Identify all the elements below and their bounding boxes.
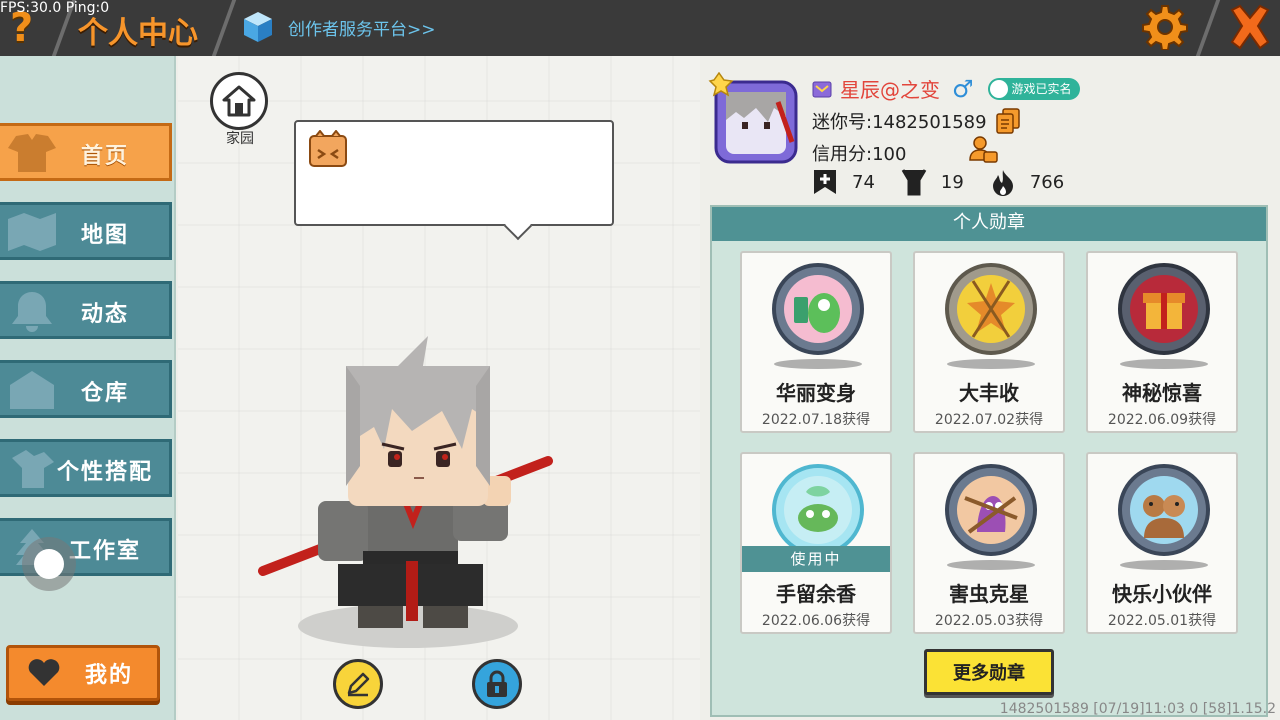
pencil-icon <box>347 672 370 697</box>
medal-shadow <box>947 359 1035 369</box>
medal-harvest-icon <box>945 263 1037 355</box>
sidebar-item-warehouse[interactable]: 仓库 <box>0 360 172 418</box>
nickname-row: 星辰@之变 ♂ 游戏已实名 <box>812 74 1080 103</box>
realname-badge-label: 游戏已实名 <box>1011 82 1072 96</box>
stat-item: 766 <box>990 168 1064 196</box>
medal-shadow <box>947 560 1035 570</box>
divider <box>211 0 237 56</box>
mine-button[interactable]: 我的 <box>6 645 160 701</box>
player-avatar-figure <box>258 336 553 648</box>
medal-card[interactable]: 神秘惊喜 2022.06.09获得 <box>1086 251 1238 433</box>
medal-card[interactable]: 大丰收 2022.07.02获得 <box>913 251 1065 433</box>
client-info-readout: 1482501589 [07/19]11:03 0 [58]1.15.2 <box>999 701 1276 717</box>
home-label: 家园 <box>226 131 254 147</box>
medal-date: 2022.06.09获得 <box>1107 412 1217 428</box>
creator-platform-link[interactable]: 创作者服务平台>> <box>242 10 436 44</box>
credit-score: 信用分:100 <box>812 144 907 165</box>
medal-happy-buddy-icon <box>1118 464 1210 556</box>
floating-joystick-button[interactable] <box>22 537 76 591</box>
medal-name: 华丽变身 <box>776 381 856 405</box>
top-bar: FPS:30.0 Ping:0 ? 个人中心 创作者服务平台>> <box>0 0 1280 56</box>
stat-value: 19 <box>940 171 964 193</box>
close-icon[interactable] <box>1226 2 1274 52</box>
medal-date: 2022.06.06获得 <box>761 613 871 629</box>
medal-date: 2022.05.01获得 <box>1107 613 1217 629</box>
medal-transform-icon <box>772 263 864 355</box>
sidebar-item-label: 地图 <box>80 223 129 248</box>
character-stage: 家园 <box>178 56 700 720</box>
medal-date: 2022.07.02获得 <box>934 412 1044 428</box>
home-icon-circle <box>210 72 268 130</box>
medal-pest-buster-icon <box>945 464 1037 556</box>
fps-readout: FPS:30.0 Ping:0 <box>0 0 110 16</box>
mini-id: 迷你号:1482501589 <box>812 112 987 133</box>
sidebar-item-feed[interactable]: 动态 <box>0 281 172 339</box>
home-button[interactable]: 家园 <box>210 72 270 148</box>
medal-panel-title: 个人勋章 <box>712 207 1266 241</box>
more-medals-button[interactable]: 更多勋章 <box>924 649 1054 695</box>
stat-item: 19 <box>901 168 964 196</box>
sidebar-item-map[interactable]: 地图 <box>0 202 172 260</box>
sidebar-item-home[interactable]: 首页 <box>0 123 172 181</box>
sidebar: 首页 地图 动态 仓库 个性搭配 工作室 <box>0 56 176 720</box>
sidebar-item-outfit[interactable]: 个性搭配 <box>0 439 172 497</box>
cheer-icon <box>901 169 927 196</box>
stats-row: 74 19 766 <box>812 168 1090 196</box>
medal-card[interactable]: 快乐小伙伴 2022.05.01获得 <box>1086 452 1238 634</box>
creator-platform-label: 创作者服务平台>> <box>288 19 436 40</box>
mine-button-label: 我的 <box>85 663 134 688</box>
stat-value: 74 <box>852 171 875 193</box>
lock-icon <box>487 670 507 697</box>
medal-name: 害虫克星 <box>949 582 1029 606</box>
medal-name: 大丰收 <box>959 381 1019 405</box>
medal-name: 神秘惊喜 <box>1122 381 1202 405</box>
profile-avatar[interactable] <box>708 72 802 168</box>
in-use-badge: 使用中 <box>742 546 890 572</box>
medal-card[interactable]: 华丽变身 2022.07.18获得 <box>740 251 892 433</box>
divider <box>1195 0 1221 56</box>
edit-signature-button[interactable] <box>333 659 383 709</box>
male-gender-icon: ♂ <box>952 74 974 103</box>
nickname: 星辰@之变 <box>840 78 940 102</box>
medal-fragrance-icon <box>772 464 864 556</box>
medal-surprise-gift-icon <box>1118 263 1210 355</box>
medal-card[interactable]: 使用中 手留余香 2022.06.06获得 <box>740 452 892 634</box>
stat-value: 766 <box>1029 171 1065 193</box>
signature-bubble[interactable] <box>294 120 614 226</box>
heart-icon <box>28 659 60 686</box>
mini-avatar-icon <box>309 130 347 167</box>
flame-icon <box>992 170 1013 196</box>
gear-icon[interactable] <box>1142 4 1188 50</box>
sidebar-item-label: 动态 <box>80 302 129 327</box>
medal-name: 手留余香 <box>776 582 856 606</box>
cube-icon <box>244 12 272 42</box>
medal-shadow <box>1120 560 1208 570</box>
contact-card-icon[interactable] <box>968 134 998 164</box>
bookmark-plus-icon <box>814 170 836 194</box>
sidebar-item-label: 首页 <box>80 144 129 169</box>
medal-date: 2022.05.03获得 <box>934 613 1044 629</box>
realname-verified-badge: 游戏已实名 <box>987 77 1080 100</box>
sidebar-item-label: 仓库 <box>80 381 129 406</box>
lock-button[interactable] <box>472 659 522 709</box>
medal-shadow <box>1120 359 1208 369</box>
profile-panel: 星辰@之变 ♂ 游戏已实名 迷你号:1482501589 信用分:100 74 <box>700 56 1280 206</box>
house-icon <box>222 85 256 117</box>
verified-person-icon <box>989 79 1008 98</box>
stat-item: 74 <box>812 168 875 196</box>
medal-shadow <box>774 359 862 369</box>
vip-badge-icon <box>812 81 832 97</box>
medal-card[interactable]: 害虫克星 2022.05.03获得 <box>913 452 1065 634</box>
copy-icon[interactable] <box>996 108 1020 134</box>
medal-date: 2022.07.18获得 <box>761 412 871 428</box>
medal-panel: 个人勋章 华丽变身 2022.07.18获得 大丰收 2022.07.02获得 <box>710 205 1268 717</box>
sidebar-item-label: 个性搭配 <box>56 460 153 485</box>
medal-name: 快乐小伙伴 <box>1112 582 1212 606</box>
